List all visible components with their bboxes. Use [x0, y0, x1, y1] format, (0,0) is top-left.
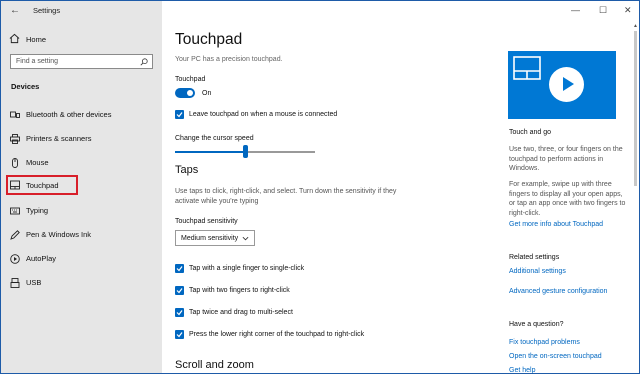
sidebar-item-mouse[interactable]: Mouse: [1, 153, 162, 173]
bluetooth-icon: [10, 111, 20, 118]
right-panel: Touch and go Use two, three, or four fin…: [501, 1, 639, 373]
sensitivity-value: Medium sensitivity: [181, 235, 239, 242]
tap-option-label: Tap with a single finger to single-click: [189, 265, 305, 272]
onscreen-touchpad-link[interactable]: Open the on-screen touchpad: [509, 353, 602, 360]
nav-home[interactable]: Home: [1, 31, 162, 49]
autoplay-icon: [10, 254, 20, 264]
sidebar-item-pen[interactable]: Pen & Windows Ink: [1, 225, 162, 245]
search-input[interactable]: Find a setting: [10, 54, 153, 69]
search-placeholder: Find a setting: [16, 58, 59, 65]
mouse-icon: [12, 158, 18, 168]
sidebar-item-autoplay[interactable]: AutoPlay: [1, 249, 162, 269]
taps-heading: Taps: [175, 164, 199, 176]
check-icon: [176, 310, 183, 316]
sidebar-item-label: USB: [26, 278, 42, 287]
settings-window: ← Settings Home Find a setting Devices B…: [0, 0, 640, 374]
sidebar-item-label: Mouse: [26, 158, 49, 167]
section-label-devices: Devices: [11, 82, 40, 91]
tap-drag-checkbox[interactable]: [175, 308, 184, 317]
scroll-zoom-heading: Scroll and zoom: [175, 359, 254, 371]
touchpad-toggle-label: Touchpad: [175, 76, 206, 83]
sidebar-item-label: Pen & Windows Ink: [26, 230, 92, 239]
cursor-speed-label: Change the cursor speed: [175, 135, 254, 142]
check-icon: [176, 112, 183, 118]
keyboard-icon: [10, 207, 20, 215]
slider-fill: [175, 151, 245, 153]
related-settings-heading: Related settings: [509, 254, 560, 261]
more-info-link[interactable]: Get more info about Touchpad: [509, 221, 603, 228]
sidebar-item-label: Bluetooth & other devices: [26, 110, 112, 119]
taps-description: Use taps to click, right-click, and sele…: [175, 188, 397, 205]
sidebar-item-bluetooth[interactable]: Bluetooth & other devices: [1, 105, 162, 125]
slider-thumb[interactable]: [243, 145, 248, 158]
play-button[interactable]: [549, 67, 584, 102]
pen-icon: [10, 230, 20, 240]
have-a-question-heading: Have a question?: [509, 321, 564, 328]
sidebar-item-typing[interactable]: Typing: [1, 201, 162, 221]
app-title: Settings: [33, 6, 61, 15]
sidebar-item-label: Typing: [26, 206, 49, 215]
touchpad-icon: [513, 56, 541, 80]
tap-option-label: Press the lower right corner of the touc…: [189, 331, 365, 338]
check-icon: [176, 288, 183, 294]
touch-and-go-video[interactable]: [508, 51, 616, 119]
check-icon: [176, 332, 183, 338]
home-icon: [9, 33, 20, 44]
touchpad-toggle[interactable]: [175, 88, 195, 98]
sidebar-item-touchpad[interactable]: Touchpad: [6, 175, 78, 195]
tap-two-fingers-checkbox[interactable]: [175, 286, 184, 295]
printer-icon: [10, 134, 20, 144]
search-icon[interactable]: [140, 58, 148, 66]
tap-option-label: Tap twice and drag to multi-select: [189, 309, 293, 316]
toggle-state: On: [202, 90, 212, 97]
page-subtitle: Your PC has a precision touchpad.: [175, 56, 283, 63]
scrollbar[interactable]: ▲: [633, 21, 638, 371]
additional-settings-link[interactable]: Additional settings: [509, 268, 566, 275]
chevron-down-icon: [242, 236, 249, 241]
back-arrow-icon[interactable]: ←: [10, 5, 20, 16]
advanced-gesture-link[interactable]: Advanced gesture configuration: [509, 288, 607, 295]
check-icon: [176, 266, 183, 272]
get-help-link[interactable]: Get help: [509, 367, 535, 373]
sidebar-item-label: AutoPlay: [26, 254, 57, 263]
touch-and-go-heading: Touch and go: [509, 129, 552, 136]
main-content: Touchpad Your PC has a precision touchpa…: [162, 1, 492, 373]
sidebar: ← Settings Home Find a setting Devices B…: [1, 1, 162, 373]
sensitivity-dropdown[interactable]: Medium sensitivity: [175, 230, 255, 246]
sidebar-item-printers[interactable]: Printers & scanners: [1, 129, 162, 149]
page-title: Touchpad: [175, 31, 243, 48]
play-icon: [563, 77, 574, 91]
leave-on-label: Leave touchpad on when a mouse is connec…: [189, 111, 338, 118]
touch-and-go-text: Use two, three, or four fingers on the t…: [509, 146, 623, 172]
leave-on-checkbox[interactable]: [175, 110, 184, 119]
example-text: For example, swipe up with three fingers…: [509, 181, 626, 217]
fix-touchpad-link[interactable]: Fix touchpad problems: [509, 339, 580, 346]
tap-single-checkbox[interactable]: [175, 264, 184, 273]
home-label: Home: [26, 35, 47, 44]
lower-right-checkbox[interactable]: [175, 330, 184, 339]
title-bar: ← Settings: [1, 1, 162, 23]
sensitivity-label: Touchpad sensitivity: [175, 218, 238, 225]
sidebar-item-label: Printers & scanners: [26, 134, 92, 143]
scroll-up-icon[interactable]: ▲: [633, 23, 638, 29]
touchpad-icon: [10, 180, 20, 190]
tap-option-label: Tap with two fingers to right-click: [189, 287, 290, 294]
usb-icon: [10, 278, 20, 288]
sidebar-item-label: Touchpad: [26, 181, 59, 190]
scroll-thumb[interactable]: [634, 31, 637, 186]
sidebar-item-usb[interactable]: USB: [1, 273, 162, 293]
